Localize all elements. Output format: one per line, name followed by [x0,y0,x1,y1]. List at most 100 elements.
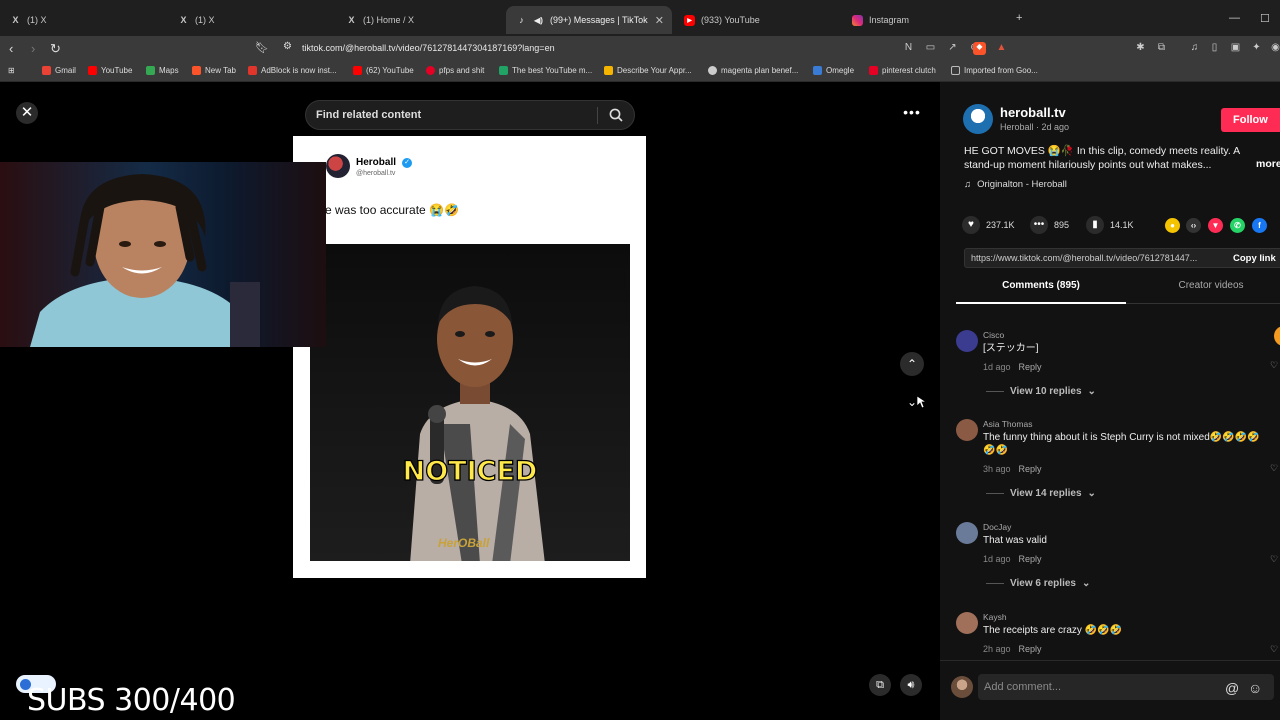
maximize-icon[interactable]: ☐ [1260,12,1270,25]
send-icon[interactable]: ▼ [1208,218,1223,233]
reload-icon[interactable]: ↻ [50,41,61,57]
bookmark-item[interactable]: pfps and shit [426,66,484,75]
close-tab-icon[interactable]: ✕ [655,14,664,27]
author-name[interactable]: heroball.tv [1000,105,1066,120]
video-player[interactable]: Heroball ✓ @heroball.tv e was too accura… [293,136,646,578]
back-icon[interactable]: ‹ [9,41,13,56]
commenter-name[interactable]: DocJay [983,522,1011,532]
bookmark-item[interactable]: Gmail [42,66,76,75]
commenter-name[interactable]: Kaysh [983,612,1007,622]
whatsapp-icon[interactable]: ✆ [1230,218,1245,233]
new-tab-icon[interactable]: + [1016,12,1022,24]
commenter-name[interactable]: Cisco [983,330,1004,340]
browser-tab-active[interactable]: ♪ ◀) (99+) Messages | TikTok ✕ [506,6,672,34]
view-replies-button[interactable]: View 10 replies ⌄ [986,386,1096,397]
bookmark-item[interactable]: (62) YouTube [353,66,414,75]
url-field[interactable]: tiktok.com/@heroball.tv/video/7612781447… [302,43,555,53]
commenter-name[interactable]: Asia Thomas [983,419,1032,429]
forward-icon[interactable]: › [31,41,35,56]
copy-link-button[interactable]: Copy link [1233,253,1276,264]
previous-video-button[interactable]: ⌃ [900,352,924,376]
tab-label: (99+) Messages | TikTok [550,15,648,25]
youtube-icon [88,66,97,75]
emoji-icon[interactable]: ☺ [1248,680,1262,696]
browser-tab[interactable]: X (1) X [168,6,336,34]
video-caption: HE GOT MOVES 😭🥀 In this clip, comedy mee… [964,145,1240,171]
comment-button[interactable]: ••• 895 [1030,216,1069,234]
view-replies-button[interactable]: View 14 replies ⌄ [986,488,1096,499]
caption-more-link[interactable]: more [1256,158,1280,170]
avatar[interactable] [963,104,993,134]
bookmark-item[interactable]: magenta plan benef... [708,66,798,75]
tab-comments[interactable]: Comments (895) [956,280,1126,304]
apps-icon[interactable]: ⊞ [8,66,15,75]
like-button[interactable]: ♥ 237.1K [962,216,1015,234]
bookmark-item[interactable]: Describe Your Appr... [604,66,692,75]
commenter-avatar[interactable] [956,522,978,544]
search-icon[interactable] [608,107,624,123]
chevron-down-icon: ⌄ [1087,488,1096,499]
reply-button[interactable]: Reply [1019,644,1042,654]
commenter-avatar[interactable] [956,419,978,441]
pip-icon[interactable]: ⧉ [869,674,891,696]
profile-icon[interactable]: ◉ [1269,42,1280,55]
more-options-icon[interactable]: ••• [900,104,924,122]
comment-like-icon[interactable]: ♡ [1270,360,1278,371]
wallet-icon[interactable]: ▣ [1229,42,1242,55]
commenter-avatar[interactable] [956,330,978,352]
reply-line [986,391,1004,392]
bookmark-item[interactable]: The best YouTube m... [499,66,592,75]
leo-icon[interactable]: ✦ [1250,42,1263,55]
bookmark-item[interactable]: YouTube [88,66,132,75]
bookmark-item[interactable]: pinterest clutch [869,66,936,75]
browser-tab[interactable]: Instagram [842,6,1010,34]
bookmark-icon: ▮ [1086,216,1104,234]
screenshot-icon[interactable]: ⧉ [1155,42,1168,55]
sound-name: Originalton - Heroball [977,179,1067,190]
heart-icon: ♥ [962,216,980,234]
bookmark-icon[interactable]: 🔖︎ [255,41,269,54]
share-link[interactable]: https://www.tiktok.com/@heroball.tv/vide… [971,253,1197,263]
follow-button[interactable]: Follow [1221,108,1280,132]
cast-icon[interactable]: ▭ [924,42,937,55]
view-replies-button[interactable]: View 6 replies ⌄ [986,578,1090,589]
bookmark-item[interactable]: New Tab [192,66,236,75]
reader-icon[interactable]: N [902,42,915,55]
share-icon[interactable]: ↗ [946,42,959,55]
save-button[interactable]: ▮ 14.1K [1086,216,1134,234]
speaker-icon: ◀) [534,15,543,25]
bookmark-item[interactable]: Maps [146,66,179,75]
music-note-icon: ♫ [964,179,972,190]
comment-like-icon[interactable]: ♡ [1270,554,1278,565]
tab-creator-videos[interactable]: Creator videos [1126,280,1280,304]
comment-like-icon[interactable]: ♡ [1270,463,1278,474]
chevron-down-icon: ⌄ [1081,578,1091,589]
sidebar-icon[interactable]: ▯ [1208,42,1221,55]
brave-shield-icon[interactable]: ◆ [973,42,986,55]
site-info-icon[interactable]: ⚙ [283,41,292,52]
reply-button[interactable]: Reply [1019,464,1042,474]
reply-button[interactable]: Reply [1019,554,1042,564]
volume-icon[interactable]: 🔊︎ [900,674,922,696]
bookmark-item[interactable]: AdBlock is now inst... [248,66,337,75]
bookmark-folder[interactable]: Imported from Goo... [951,66,1038,75]
embed-icon[interactable]: ‹› [1186,218,1201,233]
brave-rewards-icon[interactable]: ▲ [995,42,1008,55]
browser-tab[interactable]: X (1) X [0,6,168,34]
browser-tab[interactable]: X (1) Home / X [336,6,504,34]
mention-icon[interactable]: @ [1225,680,1239,696]
sound-link[interactable]: ♫ Originalton - Heroball [964,179,1067,190]
close-icon[interactable]: ✕ [16,102,38,124]
minimize-icon[interactable]: — [1229,12,1240,24]
reply-button[interactable]: Reply [1019,362,1042,372]
related-search-box[interactable]: Find related content [305,100,635,130]
x-logo-icon: X [180,15,187,25]
facebook-icon[interactable]: f [1252,218,1267,233]
browser-tab[interactable]: ▶ (933) YouTube [674,6,842,34]
media-icon[interactable]: ♫ [1188,42,1201,55]
extensions-icon[interactable]: ✱ [1134,42,1147,55]
comment-like-icon[interactable]: ♡ [1270,644,1278,655]
coin-icon[interactable]: ● [1165,218,1180,233]
bookmark-item[interactable]: Omegle [813,66,854,75]
commenter-avatar[interactable] [956,612,978,634]
